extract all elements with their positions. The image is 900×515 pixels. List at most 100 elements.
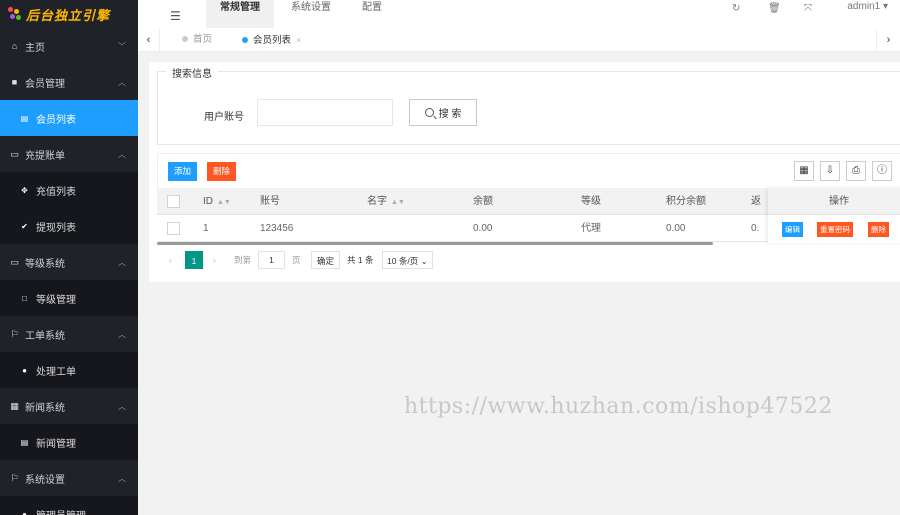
monitor-icon: ▭ bbox=[10, 256, 19, 267]
close-icon[interactable]: × bbox=[296, 35, 301, 45]
cell-account: 123456 bbox=[260, 223, 294, 234]
logo-icon bbox=[8, 7, 22, 21]
sidebar-item-news-manage[interactable]: ▤ 新闻管理 bbox=[0, 424, 138, 460]
reset-password-button[interactable]: 重置密码 bbox=[817, 222, 853, 237]
ops-fixed-column: 操作 编辑 重置密码 删除 bbox=[768, 188, 900, 243]
tab-general[interactable]: 常规管理 bbox=[206, 0, 274, 28]
search-icon bbox=[424, 108, 434, 117]
chevron-up-icon: ︿ bbox=[118, 473, 126, 483]
member-table: ID ▲▼ 账号 名字 ▲▼ 余额 等级 积分余额 返 1 123456 0.00 … bbox=[157, 188, 900, 245]
account-input[interactable] bbox=[257, 99, 393, 126]
export-icon[interactable]: ⇩ bbox=[820, 161, 840, 181]
cell-balance: 0.00 bbox=[473, 223, 493, 234]
total-count: 共 1 条 bbox=[347, 255, 374, 265]
logo-text: 后台独立引擎 bbox=[26, 7, 111, 23]
sidebar-group-billing[interactable]: ▭ 充提账单 ︿ bbox=[0, 136, 138, 172]
chevron-up-icon: ︿ bbox=[118, 329, 126, 339]
sidebar-item-withdraw-list[interactable]: ✔ 提现列表 bbox=[0, 208, 138, 244]
sidebar-group-news[interactable]: ▦ 新闻系统 ︿ bbox=[0, 388, 138, 424]
add-button[interactable]: 添加 bbox=[168, 162, 198, 181]
tabs-scroll-right-icon[interactable]: › bbox=[876, 29, 900, 52]
pagination: ‹ 1 › 到第 页 确定 共 1 条 10 条/页 ⌄ bbox=[157, 248, 900, 272]
cell-cut: 0. bbox=[751, 223, 760, 234]
page-current[interactable]: 1 bbox=[185, 251, 203, 269]
square-icon: □ bbox=[22, 293, 27, 303]
row-delete-button[interactable]: 删除 bbox=[868, 222, 889, 237]
chevron-up-icon: ︿ bbox=[118, 149, 126, 159]
goto-label: 到第 bbox=[234, 255, 252, 265]
flag-icon: ⚐ bbox=[10, 472, 19, 483]
gear-circle-icon: ● bbox=[22, 509, 27, 515]
logo: 后台独立引擎 bbox=[0, 0, 138, 28]
col-name[interactable]: 名字 ▲▼ bbox=[367, 188, 405, 215]
next-page-icon[interactable]: › bbox=[213, 251, 216, 269]
page-tab-member-list[interactable]: 会员列表 × bbox=[242, 29, 301, 52]
col-level: 等级 bbox=[581, 196, 601, 207]
sidebar-item-recharge-list[interactable]: ✥ 充值列表 bbox=[0, 172, 138, 208]
sort-icon: ▲▼ bbox=[391, 199, 405, 206]
fullscreen-icon[interactable]: ⤧ bbox=[804, 3, 812, 14]
col-balance: 余额 bbox=[473, 196, 493, 207]
prev-page-icon[interactable]: ‹ bbox=[169, 251, 172, 269]
menu-toggle-icon[interactable]: ☰ bbox=[170, 9, 181, 23]
sidebar-group-members[interactable]: ■ 会员管理 ︿ bbox=[0, 64, 138, 100]
ops-row: 编辑 重置密码 删除 bbox=[768, 215, 900, 243]
col-points: 积分余额 bbox=[666, 196, 706, 207]
delete-button[interactable]: 删除 bbox=[207, 162, 237, 181]
sidebar-item-admin-manage[interactable]: ● 管理员管理 bbox=[0, 496, 138, 515]
news-icon: ▤ bbox=[20, 437, 29, 447]
flag-icon: ⚐ bbox=[10, 328, 19, 339]
sidebar-group-tickets[interactable]: ⚐ 工单系统 ︿ bbox=[0, 316, 138, 352]
page-tab-home[interactable]: 首页 bbox=[182, 29, 212, 52]
content-card: 搜索信息 用户账号 搜 索 添加 删除 ▦ ⇩ ⎙ ⓘ ID ▲▼ 账号 名字 ▲▼… bbox=[149, 62, 900, 282]
trash-icon[interactable]: 🗑 bbox=[768, 3, 781, 14]
columns-icon[interactable]: ▦ bbox=[794, 161, 814, 181]
chevron-down-icon: ⌄ bbox=[420, 256, 428, 266]
row-checkbox[interactable] bbox=[167, 222, 180, 235]
sidebar-item-handle-tickets[interactable]: ● 处理工单 bbox=[0, 352, 138, 388]
caret-down-icon: ▾ bbox=[882, 1, 888, 12]
user-square-icon: ■ bbox=[11, 77, 18, 87]
account-label: 用户账号 bbox=[204, 112, 244, 123]
horizontal-scrollbar[interactable] bbox=[157, 242, 713, 245]
search-button[interactable]: 搜 索 bbox=[409, 99, 477, 126]
search-legend: 搜索信息 bbox=[166, 65, 218, 80]
info-icon[interactable]: ⓘ bbox=[872, 161, 892, 181]
edit-button[interactable]: 编辑 bbox=[782, 222, 803, 237]
per-page-select[interactable]: 10 条/页 ⌄ bbox=[382, 251, 433, 269]
page-tabs-bar: ‹ 首页 会员列表 × › bbox=[138, 29, 900, 52]
search-fieldset: 搜索信息 用户账号 搜 索 bbox=[157, 65, 900, 145]
col-ops: 操作 bbox=[768, 188, 900, 215]
refresh-icon[interactable]: ↻ bbox=[732, 3, 740, 14]
sidebar-item-member-list[interactable]: ▤ 会员列表 bbox=[0, 100, 138, 136]
user-menu[interactable]: admin1 ▾ bbox=[847, 1, 888, 12]
check-circle-icon: ✔ bbox=[21, 221, 28, 231]
sidebar-item-level-manage[interactable]: □ 等级管理 bbox=[0, 280, 138, 316]
tab-config[interactable]: 配置 bbox=[348, 0, 396, 28]
cell-points: 0.00 bbox=[666, 223, 686, 234]
sidebar: 后台独立引擎 ⌂ 主页 ﹀ ■ 会员管理 ︿ ▤ 会员列表 ▭ 充提账单 ︿ ✥… bbox=[0, 0, 138, 515]
list-icon: ▤ bbox=[20, 113, 29, 123]
tab-system-settings[interactable]: 系统设置 bbox=[277, 0, 345, 28]
home-icon: ⌂ bbox=[11, 41, 18, 51]
confirm-button[interactable]: 确定 bbox=[311, 251, 341, 269]
share-icon: ✥ bbox=[21, 185, 28, 195]
keyboard-icon: ▦ bbox=[10, 400, 19, 411]
chevron-up-icon: ︿ bbox=[118, 257, 126, 267]
select-all-checkbox[interactable] bbox=[167, 195, 180, 208]
sidebar-group-settings[interactable]: ⚐ 系统设置 ︿ bbox=[0, 460, 138, 496]
cell-id: 1 bbox=[203, 223, 209, 234]
print-icon[interactable]: ⎙ bbox=[846, 161, 866, 181]
table-toolbar: 添加 删除 ▦ ⇩ ⎙ ⓘ bbox=[157, 153, 900, 190]
card-icon: ▭ bbox=[10, 148, 19, 159]
chevron-up-icon: ︿ bbox=[118, 401, 126, 411]
tab-dot-icon bbox=[182, 36, 188, 43]
page-unit: 页 bbox=[292, 255, 301, 265]
sidebar-group-levels[interactable]: ▭ 等级系统 ︿ bbox=[0, 244, 138, 280]
chevron-up-icon: ︿ bbox=[118, 77, 126, 87]
page-input[interactable] bbox=[258, 251, 285, 269]
sidebar-group-home[interactable]: ⌂ 主页 ﹀ bbox=[0, 28, 138, 64]
col-account: 账号 bbox=[260, 196, 280, 207]
col-id[interactable]: ID ▲▼ bbox=[203, 188, 231, 215]
tabs-scroll-left-icon[interactable]: ‹ bbox=[138, 29, 160, 52]
